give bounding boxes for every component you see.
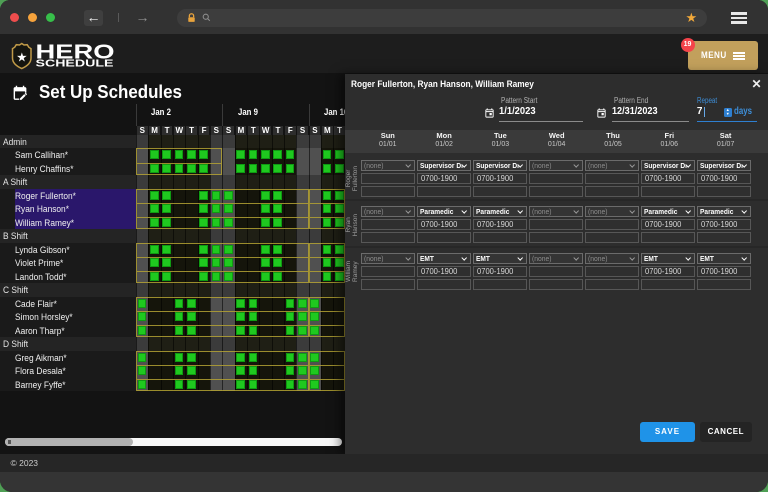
svg-text:★: ★ (16, 50, 27, 64)
svg-text:SCHEDULE: SCHEDULE (36, 58, 114, 70)
